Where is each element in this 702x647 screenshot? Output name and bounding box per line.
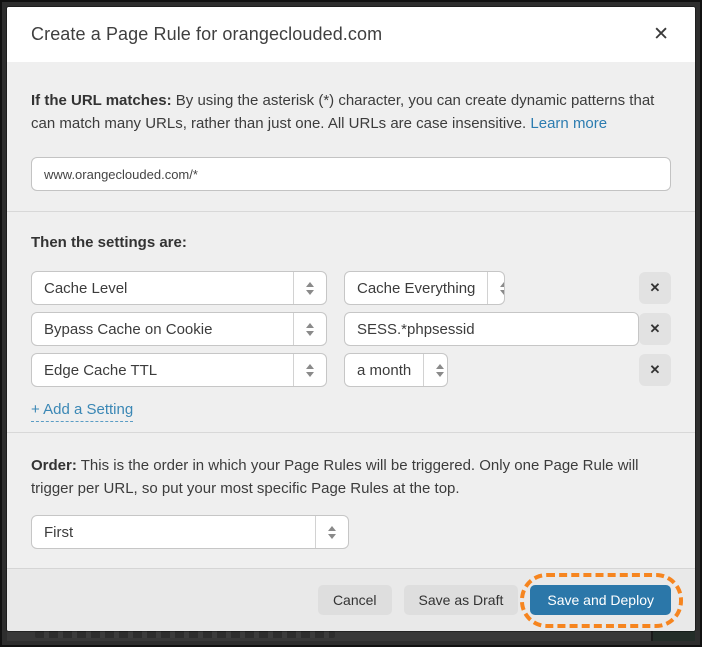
setting-row-bypass-cookie: Bypass Cache on Cookie ✕ (31, 312, 671, 346)
select-spinner-icon (293, 272, 326, 304)
order-select[interactable]: First (31, 515, 349, 549)
remove-setting-button[interactable]: ✕ (639, 272, 671, 304)
setting-select-value: Cache Level (32, 272, 293, 304)
remove-setting-button[interactable]: ✕ (639, 354, 671, 386)
close-icon[interactable]: ✕ (651, 23, 671, 46)
setting-select[interactable]: Cache Level (31, 271, 327, 305)
url-match-description: If the URL matches: By using the asteris… (31, 89, 671, 135)
dialog-header: Create a Page Rule for orangeclouded.com… (7, 7, 695, 62)
setting-value-select[interactable]: Cache Everything (344, 271, 505, 305)
select-spinner-icon (293, 354, 326, 386)
create-page-rule-dialog: Create a Page Rule for orangeclouded.com… (7, 7, 695, 631)
setting-select-value: Bypass Cache on Cookie (32, 313, 293, 345)
url-pattern-input[interactable] (31, 157, 671, 191)
order-section: Order: This is the order in which your P… (7, 432, 695, 568)
order-description: Order: This is the order in which your P… (31, 454, 671, 500)
select-spinner-icon (423, 354, 448, 386)
settings-section: Then the settings are: Cache Level Cache… (7, 211, 695, 432)
setting-value: Cache Everything (345, 272, 487, 304)
select-spinner-icon (293, 313, 326, 345)
select-spinner-icon (487, 272, 505, 304)
background-url-text (35, 631, 335, 638)
setting-select-value: Edge Cache TTL (32, 354, 293, 386)
settings-heading: Then the settings are: (31, 234, 671, 251)
order-select-value: First (32, 516, 315, 548)
order-lead: Order: (31, 457, 77, 474)
dialog-footer: Cancel Save as Draft Save and Deploy (7, 568, 695, 631)
setting-select[interactable]: Bypass Cache on Cookie (31, 312, 327, 346)
save-and-deploy-button[interactable]: Save and Deploy (530, 585, 671, 615)
learn-more-link[interactable]: Learn more (530, 115, 607, 132)
setting-select[interactable]: Edge Cache TTL (31, 353, 327, 387)
setting-row-edge-ttl: Edge Cache TTL a month ✕ (31, 353, 671, 387)
cookie-pattern-input[interactable] (344, 312, 639, 346)
setting-value-select[interactable]: a month (344, 353, 448, 387)
add-setting-link[interactable]: + Add a Setting (31, 401, 133, 422)
url-match-lead: If the URL matches: (31, 92, 172, 109)
save-as-draft-button[interactable]: Save as Draft (404, 585, 519, 615)
url-match-section: If the URL matches: By using the asteris… (7, 62, 695, 211)
select-spinner-icon (315, 516, 348, 548)
setting-value: a month (345, 354, 423, 386)
setting-row-cache-level: Cache Level Cache Everything ✕ (31, 271, 671, 305)
remove-setting-button[interactable]: ✕ (639, 313, 671, 345)
cancel-button[interactable]: Cancel (318, 585, 392, 615)
save-and-deploy-wrap: Save and Deploy (530, 585, 671, 615)
dialog-title: Create a Page Rule for orangeclouded.com (31, 24, 382, 45)
order-text: This is the order in which your Page Rul… (31, 457, 639, 497)
